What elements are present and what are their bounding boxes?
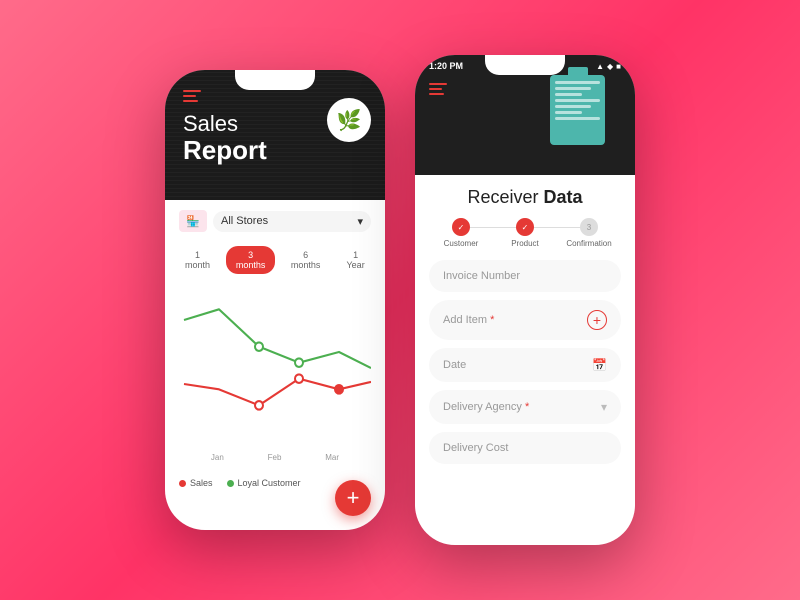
fab-icon: + (347, 487, 360, 509)
delivery-cost-field[interactable]: Delivery Cost (429, 432, 621, 464)
title-normal: Receiver (467, 187, 538, 207)
store-label: All Stores (221, 215, 268, 227)
add-item-button[interactable]: + (587, 310, 607, 330)
receipt-card (550, 75, 605, 145)
delivery-agency-field[interactable]: Delivery Agency * ▾ (429, 390, 621, 424)
step-product: ✓ Product (493, 218, 557, 248)
add-item-field[interactable]: Add Item * + (429, 300, 621, 340)
title-bold: Data (544, 187, 583, 207)
receipt-line-5 (555, 105, 591, 108)
logo-icon: 🌿 (337, 108, 362, 133)
delivery-agency-label: Delivery Agency * (443, 401, 529, 413)
receipt-line-7 (555, 117, 600, 120)
x-label-jan: Jan (211, 453, 224, 462)
step-label-product: Product (511, 239, 539, 248)
period-row: 1 month 3 months 6 months 1 Year (165, 242, 385, 282)
step-customer: ✓ Customer (429, 218, 493, 248)
delivery-cost-label: Delivery Cost (443, 442, 508, 454)
period-1month[interactable]: 1 month (175, 246, 220, 274)
sales-dot (179, 480, 186, 487)
step-confirmation: 3 Confirmation (557, 218, 621, 248)
legend-loyal: Loyal Customer (227, 478, 301, 488)
period-6months[interactable]: 6 months (281, 246, 330, 274)
invoice-number-field[interactable]: Invoice Number (429, 260, 621, 292)
title-bold: Report (183, 136, 367, 165)
form-content: Receiver Data ✓ Customer ✓ Product 3 Con… (415, 175, 635, 484)
x-label-mar: Mar (325, 453, 339, 462)
hamburger-icon[interactable] (183, 90, 201, 102)
filter-row: 🏪 All Stores ▾ (165, 200, 385, 242)
date-field[interactable]: Date 📅 (429, 348, 621, 382)
period-3months[interactable]: 3 months (226, 246, 275, 274)
signal-icon: ◆ (607, 62, 613, 71)
store-select[interactable]: All Stores ▾ (213, 211, 371, 232)
chart-area: Jan Feb Mar (165, 282, 385, 472)
add-item-label: Add Item * (443, 314, 494, 326)
right-notch (485, 55, 565, 75)
receipt-line-6 (555, 111, 582, 114)
invoice-label: Invoice Number (443, 270, 520, 282)
phones-container: Sales Report 🌿 🏪 All Stores ▾ 1 month 3 … (165, 55, 635, 545)
progress-steps: ✓ Customer ✓ Product 3 Confirmation (429, 218, 621, 248)
step-circle-customer: ✓ (452, 218, 470, 236)
left-phone: Sales Report 🌿 🏪 All Stores ▾ 1 month 3 … (165, 70, 385, 530)
receipt-line-3 (555, 93, 582, 96)
right-phone: 1:20 PM ▲ ◆ ■ (415, 55, 635, 545)
step-label-customer: Customer (444, 239, 479, 248)
fab-button[interactable]: + (335, 480, 371, 516)
sales-chart (179, 288, 371, 448)
receipt-line-1 (555, 81, 600, 84)
x-axis-labels: Jan Feb Mar (179, 453, 371, 462)
chevron-down-icon: ▾ (357, 215, 363, 228)
date-label: Date (443, 359, 466, 371)
step-circle-confirmation: 3 (580, 218, 598, 236)
receipt-line-2 (555, 87, 591, 90)
step-circle-product: ✓ (516, 218, 534, 236)
step-label-confirmation: Confirmation (566, 239, 611, 248)
title-light: Sales (183, 111, 238, 136)
loyal-label: Loyal Customer (238, 478, 301, 488)
calendar-icon: 📅 (592, 358, 607, 372)
loyal-dot (227, 480, 234, 487)
x-label-feb: Feb (268, 453, 282, 462)
right-hamburger-icon[interactable] (429, 83, 447, 95)
period-1year[interactable]: 1 Year (336, 246, 375, 274)
receiver-title: Receiver Data (429, 187, 621, 208)
store-icon: 🏪 (179, 210, 207, 232)
sales-label: Sales (190, 478, 213, 488)
left-notch (235, 70, 315, 90)
status-icons: ▲ ◆ ■ (596, 62, 621, 71)
receipt-line-4 (555, 99, 600, 102)
wifi-icon: ▲ (596, 62, 604, 71)
receipt-illustration (550, 75, 605, 150)
chevron-down-icon: ▾ (601, 400, 607, 414)
logo-circle: 🌿 (327, 98, 371, 142)
battery-icon: ■ (616, 62, 621, 71)
legend-sales: Sales (179, 478, 213, 488)
status-time: 1:20 PM (429, 61, 463, 71)
